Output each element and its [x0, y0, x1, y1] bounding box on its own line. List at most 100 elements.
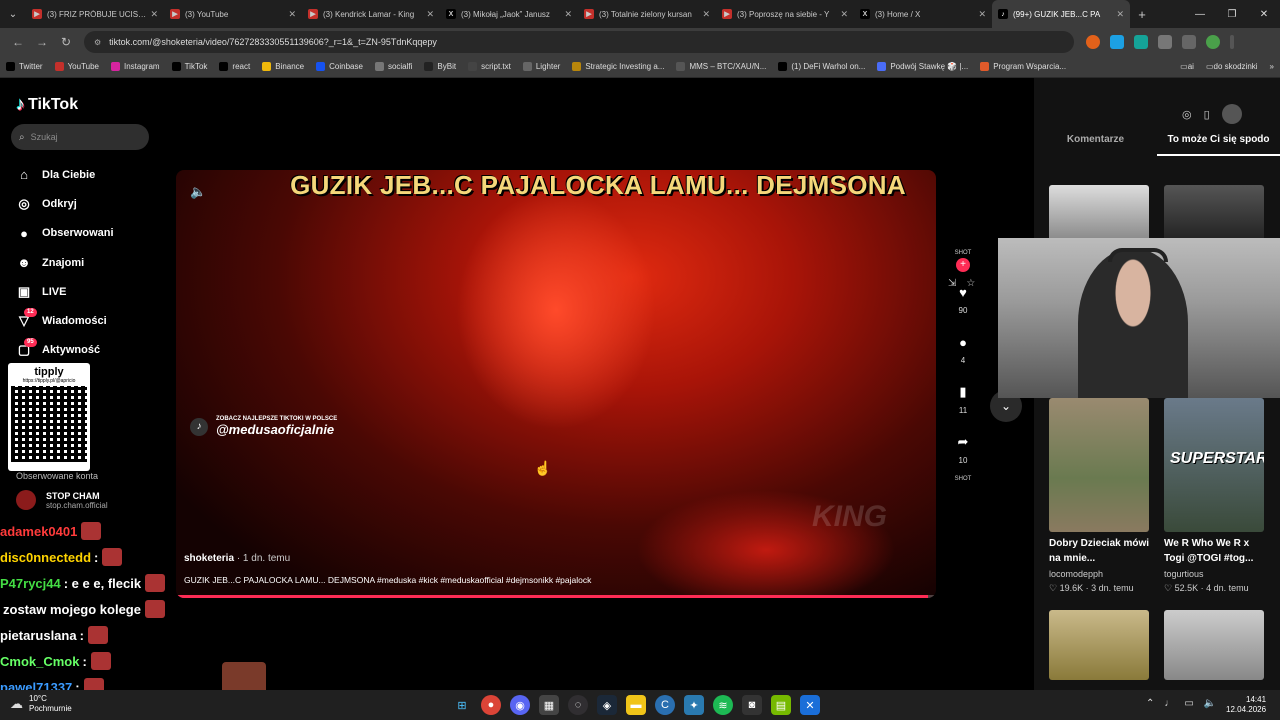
- suggestion-thumb-3[interactable]: [1049, 610, 1149, 680]
- device-icon[interactable]: ▯: [1204, 108, 1210, 121]
- tab-close-icon[interactable]: ✕: [978, 9, 986, 20]
- obs-icon[interactable]: ◌: [568, 695, 588, 715]
- discord-icon[interactable]: ◉: [510, 695, 530, 715]
- suggestion-author-1[interactable]: locomodepph: [1049, 569, 1103, 579]
- tab-close-icon[interactable]: ✕: [150, 9, 158, 20]
- clock[interactable]: 14:41 12.04.2026: [1226, 695, 1266, 715]
- nav-item[interactable]: ◎ Odkryj: [14, 189, 114, 218]
- suggestion-thumb-1[interactable]: [1049, 398, 1149, 532]
- browser-tab[interactable]: ▶ (3) Poproszę na siebie - Y ✕: [716, 0, 854, 28]
- browser-tab[interactable]: ♪ (99+) GUZIK JEB...C PA ✕: [992, 0, 1130, 28]
- tab-close-icon[interactable]: ✕: [1116, 9, 1124, 20]
- video-author[interactable]: shoketeria · 1 dn. temu: [184, 553, 290, 564]
- file-explorer-icon[interactable]: ▬: [626, 695, 646, 715]
- share-button[interactable]: ➦ 10: [948, 430, 978, 468]
- tiktok-logo[interactable]: ♪ TikTok: [16, 94, 78, 115]
- microphone-icon[interactable]: ♩: [1164, 698, 1174, 709]
- reading-list-icon[interactable]: [1182, 35, 1196, 49]
- reload-icon[interactable]: ↻: [54, 35, 78, 49]
- browser-tab[interactable]: ▶ (3) Kendrick Lamar - King ✕: [302, 0, 440, 28]
- suggestion-title-2[interactable]: We R Who We R x Togi @TOGI #tog...: [1164, 536, 1269, 566]
- right-panel-tab[interactable]: To może Ci się spodo: [1157, 134, 1280, 156]
- browser-tab[interactable]: X (3) Home / X ✕: [854, 0, 992, 28]
- video-progress-bar[interactable]: [176, 595, 936, 598]
- ccleaner-icon[interactable]: C: [655, 695, 675, 715]
- bookmark-item[interactable]: socialfi: [374, 62, 412, 71]
- bookmark-item[interactable]: Lighter: [522, 62, 560, 71]
- bookmark-item[interactable]: YouTube: [54, 62, 99, 71]
- suggestion-thumb-2[interactable]: SUPERSTARS: [1164, 398, 1264, 532]
- new-tab-button[interactable]: +: [1130, 7, 1154, 22]
- like-button[interactable]: ♥ 90: [948, 280, 978, 318]
- bookmark-item[interactable]: ByBit: [424, 62, 456, 71]
- bookmark-item[interactable]: script.txt: [468, 62, 511, 71]
- video-player[interactable]: GUZIK JEB...C PAJALOCKA LAMU... DEJMSONA…: [176, 170, 936, 598]
- minimize-icon[interactable]: —: [1184, 9, 1216, 20]
- extension-teal-icon[interactable]: [1134, 35, 1148, 49]
- tab-close-icon[interactable]: ✕: [840, 9, 848, 20]
- bookmark-item[interactable]: TikTok: [171, 62, 207, 71]
- tab-search-icon[interactable]: ⌄: [0, 0, 26, 28]
- task-app-icon[interactable]: ▦: [539, 695, 559, 715]
- bookmark-folder[interactable]: ▭ do skodzinki: [1206, 62, 1258, 71]
- tray-chevron-icon[interactable]: ⌃: [1146, 698, 1154, 709]
- coins-icon[interactable]: ◎: [1182, 108, 1192, 121]
- site-info-icon[interactable]: ⚙: [94, 38, 101, 47]
- suggestion-author-2[interactable]: togurtious: [1164, 569, 1204, 579]
- url-field[interactable]: ⚙ tiktok.com/@shoketeria/video/762728333…: [84, 31, 1074, 289]
- spotify-icon[interactable]: ≋: [713, 695, 733, 715]
- nav-item[interactable]: ▽ 12 Wiadomości: [14, 306, 114, 335]
- browser-tab[interactable]: ▶ (3) Totalnie zielony kursan ✕: [578, 0, 716, 28]
- volume-tray-icon[interactable]: 🔈: [1204, 698, 1216, 709]
- close-window-icon[interactable]: ✕: [1248, 9, 1280, 20]
- bookmark-item[interactable]: MMS – BTC/XAU/N...: [676, 62, 766, 71]
- bookmark-item[interactable]: Twitter: [6, 62, 43, 71]
- start-icon[interactable]: ⊞: [452, 695, 472, 715]
- tab-close-icon[interactable]: ✕: [564, 9, 572, 20]
- follow-plus-button[interactable]: +: [956, 258, 970, 272]
- bookmark-item[interactable]: Binance: [262, 62, 304, 71]
- network-app-icon[interactable]: ✦: [684, 695, 704, 715]
- bookmark-item[interactable]: Podwój Stawkę 🎲 |...: [877, 62, 968, 71]
- comment-button[interactable]: ● 4: [948, 330, 978, 368]
- extension-blue-icon[interactable]: [1110, 35, 1124, 49]
- nav-item[interactable]: ▢ 95 Aktywność: [14, 336, 114, 365]
- tab-close-icon[interactable]: ✕: [702, 9, 710, 20]
- browser-menu-icon[interactable]: [1230, 35, 1234, 49]
- author-name[interactable]: shoketeria: [184, 553, 234, 564]
- bookmark-item[interactable]: Strategic Investing a...: [572, 62, 664, 71]
- forward-icon[interactable]: →: [30, 35, 54, 49]
- extension-fox-icon[interactable]: [1086, 35, 1100, 49]
- profile-avatar-icon[interactable]: [1206, 35, 1220, 49]
- search-input[interactable]: ⌕ Szukaj: [11, 124, 149, 150]
- bookmark-item[interactable]: react: [219, 62, 250, 71]
- suggestion-thumb-top-left[interactable]: [1049, 185, 1149, 241]
- save-button[interactable]: ▮ 11: [948, 380, 978, 418]
- nav-item[interactable]: ☻ Znajomi: [14, 248, 114, 277]
- app-x-icon[interactable]: ✕: [800, 695, 820, 715]
- bookmark-item[interactable]: Instagram: [111, 62, 160, 71]
- browser-tab[interactable]: X (3) Mikołaj „Jaok” Janusz ✕: [440, 0, 578, 28]
- right-panel-tab[interactable]: Komentarze: [1034, 134, 1157, 156]
- volume-icon[interactable]: 🔈: [190, 184, 206, 200]
- nav-item[interactable]: ⌂ Dla Ciebie: [14, 160, 114, 189]
- suggestion-thumb-4[interactable]: [1164, 610, 1264, 680]
- bookmark-folder[interactable]: ▭ ai: [1180, 62, 1194, 71]
- suggestion-thumb-top-right[interactable]: [1164, 185, 1264, 241]
- bookmarks-overflow-icon[interactable]: »: [1270, 62, 1274, 71]
- suggestion-title-1[interactable]: Dobry Dzieciak mówi na mnie...: [1049, 536, 1154, 566]
- network-icon[interactable]: ▭: [1184, 698, 1193, 709]
- nav-item[interactable]: ▣ LIVE: [14, 277, 114, 306]
- chrome-icon[interactable]: ●: [481, 695, 501, 715]
- bookmark-item[interactable]: Program Wsparcia...: [980, 62, 1066, 71]
- extensions-puzzle-icon[interactable]: [1158, 35, 1172, 49]
- bookmark-item[interactable]: Coinbase: [316, 62, 363, 71]
- nav-item[interactable]: ● Obserwowani: [14, 219, 113, 248]
- steam-icon[interactable]: ◈: [597, 695, 617, 715]
- browser-tab[interactable]: ▶ (3) FRIZ PRÓBUJE UCISZYĆ ✕: [26, 0, 164, 28]
- steam-link-icon[interactable]: ◙: [742, 695, 762, 715]
- maximize-icon[interactable]: ❐: [1216, 9, 1248, 20]
- back-icon[interactable]: ←: [6, 35, 30, 49]
- followed-account-item[interactable]: STOP CHAM stop.cham.official: [16, 490, 108, 510]
- weather-widget[interactable]: ☁ 10°C Pochmurnie: [10, 694, 72, 714]
